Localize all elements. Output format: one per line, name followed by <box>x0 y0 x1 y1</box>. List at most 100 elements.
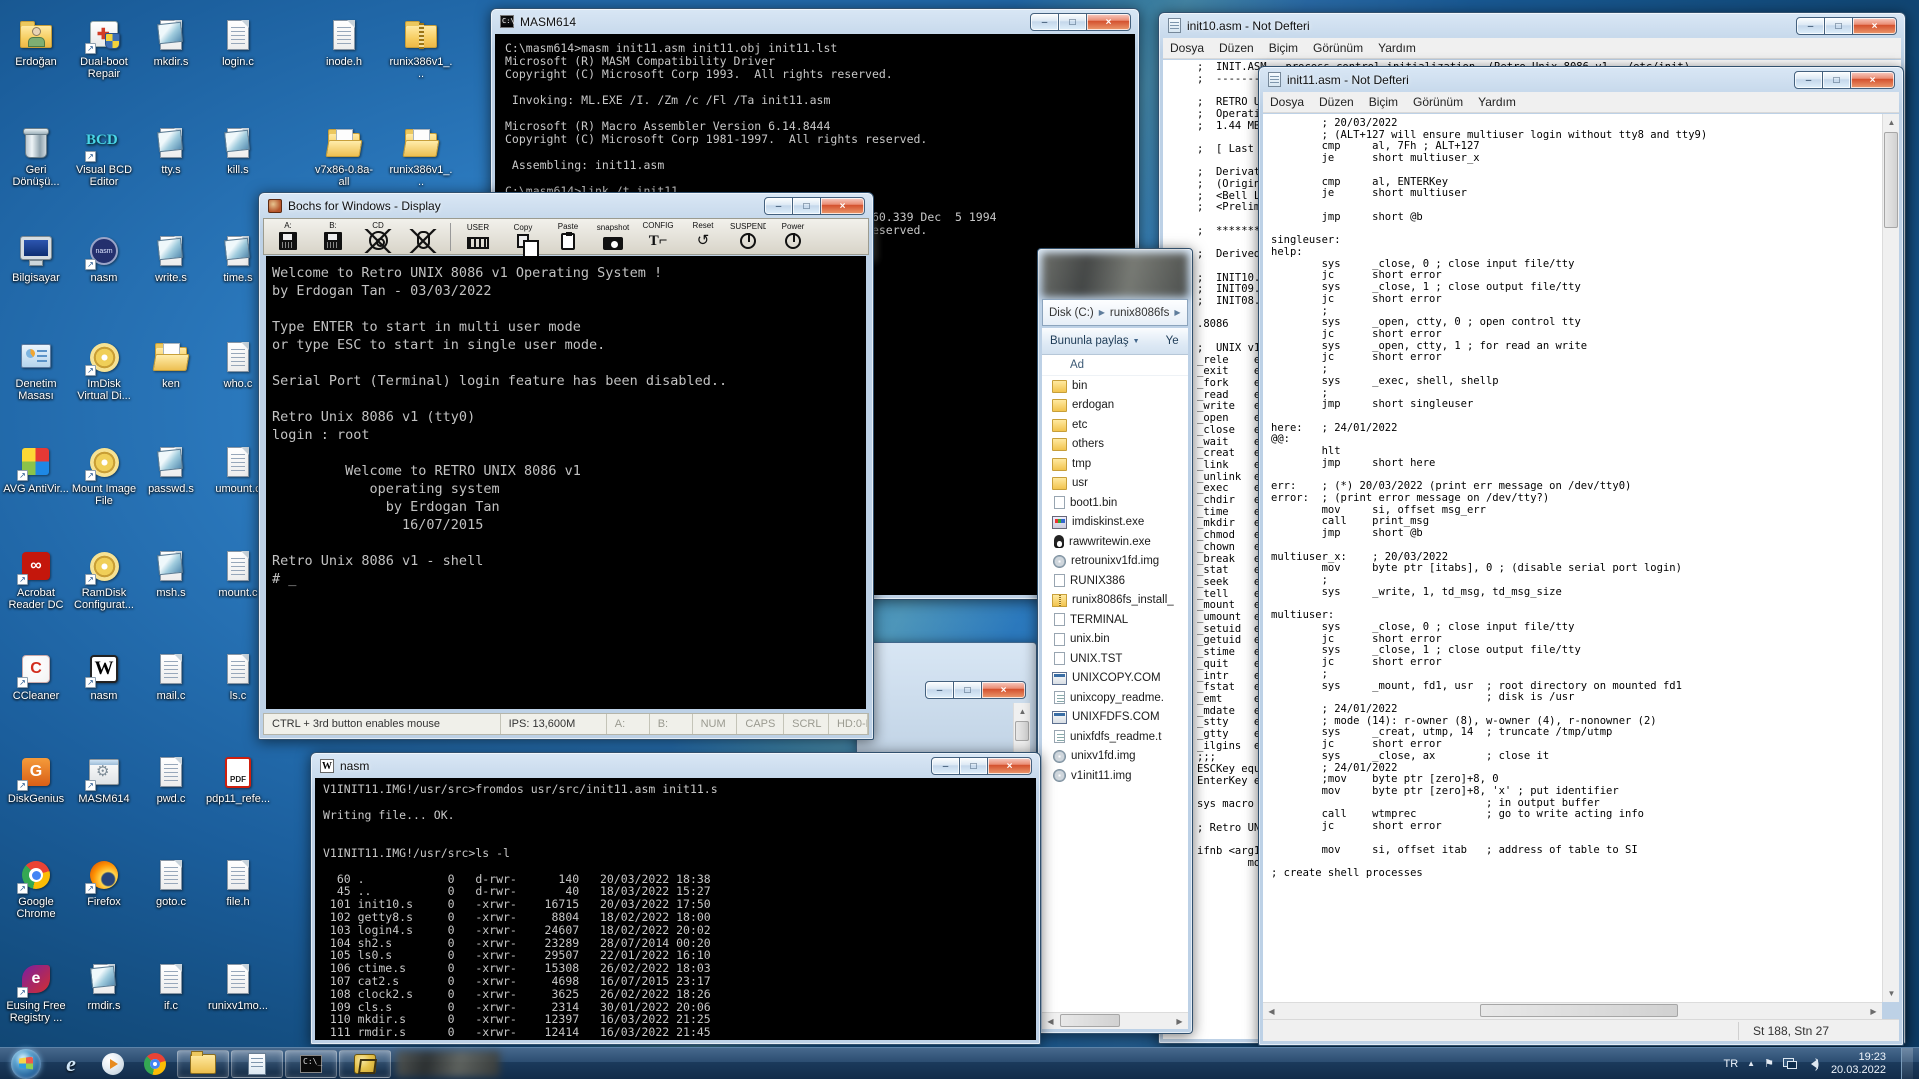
file-item-unixcopy-com[interactable]: UNIXCOPY.COM <box>1042 669 1188 689</box>
desktop-icon-masm614[interactable]: ↗MASM614 <box>71 755 137 805</box>
bochs-close-button[interactable]: × <box>820 197 865 215</box>
file-item-unixfdfs-com[interactable]: UNIXFDFS.COM <box>1042 708 1188 728</box>
share-dropdown-icon[interactable]: ▼ <box>1133 338 1140 345</box>
share-button[interactable]: Bununla paylaş <box>1050 335 1129 347</box>
notepad10-maximize-button[interactable]: □ <box>1824 17 1853 35</box>
notepad10-close-button[interactable]: × <box>1852 17 1897 35</box>
file-item-unix-tst[interactable]: UNIX.TST <box>1042 649 1188 669</box>
notepad10-minimize-button[interactable]: – <box>1796 17 1825 35</box>
file-item-usr[interactable]: usr <box>1042 474 1188 494</box>
nasm-close-button[interactable]: × <box>987 757 1032 775</box>
menu-dosya[interactable]: Dosya <box>1270 95 1304 109</box>
notepad11-text-area[interactable]: ; 20/03/2022 ; (ALT+127 will ensure mult… <box>1263 114 1882 1002</box>
menu-biçim[interactable]: Biçim <box>1269 41 1298 55</box>
fragment-close-button[interactable]: × <box>981 681 1026 699</box>
file-item-unixfdfs-readme-t[interactable]: unixfdfs_readme.t <box>1042 727 1188 747</box>
menu-yardım[interactable]: Yardım <box>1478 95 1516 109</box>
masm-maximize-button[interactable]: □ <box>1058 13 1087 31</box>
desktop-icon-goto-c[interactable]: goto.c <box>138 858 204 908</box>
file-item-runix8086fs-install[interactable]: runix8086fs_install_ <box>1042 591 1188 611</box>
start-button[interactable] <box>2 1049 50 1079</box>
taskbar-notepad-button[interactable] <box>231 1050 283 1078</box>
desktop-icon-tty-s[interactable]: tty.s <box>138 126 204 176</box>
desktop-icon-mail-c[interactable]: mail.c <box>138 652 204 702</box>
explorer-horizontal-scrollbar[interactable]: ◀ ▶ <box>1042 1012 1188 1029</box>
taskbar-cmd-button[interactable]: C:\_ <box>285 1050 337 1078</box>
menu-dosya[interactable]: Dosya <box>1170 41 1204 55</box>
notepad11-close-button[interactable]: × <box>1850 71 1895 89</box>
bochs-tool-a-[interactable]: A: <box>270 222 306 251</box>
breadcrumb-folder[interactable]: runix8086fs <box>1110 307 1169 319</box>
desktop-icon-erdo-an[interactable]: Erdoğan <box>3 18 69 68</box>
file-item-unixcopy-readme[interactable]: unixcopy_readme. <box>1042 688 1188 708</box>
bochs-maximize-button[interactable]: □ <box>792 197 821 215</box>
desktop-icon-firefox[interactable]: ↗Firefox <box>71 858 137 908</box>
desktop-icon-bilgisayar[interactable]: Bilgisayar <box>3 234 69 284</box>
menu-düzen[interactable]: Düzen <box>1319 95 1354 109</box>
desktop-icon-passwd-s[interactable]: passwd.s <box>138 445 204 495</box>
desktop-icon-dual-boot-repair[interactable]: ↗Dual-boot Repair <box>71 18 137 80</box>
taskbar-wmp-icon[interactable] <box>93 1050 133 1078</box>
file-item-erdogan[interactable]: erdogan <box>1042 396 1188 416</box>
desktop-icon-login-c[interactable]: login.c <box>205 18 271 68</box>
fragment-maximize-button[interactable]: □ <box>953 681 982 699</box>
desktop-icon-mount-image-file[interactable]: ↗Mount Image File <box>71 445 137 507</box>
menu-biçim[interactable]: Biçim <box>1369 95 1398 109</box>
menu-yardım[interactable]: Yardım <box>1378 41 1416 55</box>
desktop-icon-eusing-free-registry[interactable]: e↗Eusing Free Registry ... <box>3 962 69 1024</box>
desktop-icon-kill-s[interactable]: kill.s <box>205 126 271 176</box>
desktop-icon-pdp11-refe[interactable]: PDFpdp11_refe... <box>205 755 271 805</box>
notepad11-horizontal-scrollbar[interactable]: ◀ ▶ <box>1263 1002 1882 1019</box>
file-item-unixv1fd-img[interactable]: unixv1fd.img <box>1042 747 1188 767</box>
network-icon[interactable] <box>1783 1058 1797 1069</box>
desktop-icon-runix386v1[interactable]: runix386v1_... <box>388 18 454 80</box>
bochs-tool-power[interactable]: Power <box>775 223 811 250</box>
notepad11-maximize-button[interactable]: □ <box>1822 71 1851 89</box>
bochs-tool-paste[interactable]: Paste <box>550 223 586 251</box>
taskbar-bochs-button[interactable] <box>339 1050 391 1078</box>
bochs-tool-b-[interactable]: B: <box>315 222 351 251</box>
nasm-minimize-button[interactable]: – <box>931 757 960 775</box>
masm-close-button[interactable]: × <box>1086 13 1131 31</box>
bochs-tool-reset[interactable]: Reset↺ <box>685 222 721 251</box>
bochs-tool-cd[interactable]: CD <box>360 222 396 251</box>
notepad11-minimize-button[interactable]: – <box>1794 71 1823 89</box>
desktop-icon-google-chrome[interactable]: ↗Google Chrome <box>3 858 69 920</box>
breadcrumb[interactable]: Disk (C:) ▶ runix8086fs ▶ <box>1042 299 1188 326</box>
desktop-icon-visual-bcd-editor[interactable]: BCD↗Visual BCD Editor <box>71 126 137 188</box>
desktop-icon-write-s[interactable]: write.s <box>138 234 204 284</box>
file-item-others[interactable]: others <box>1042 435 1188 455</box>
volume-icon[interactable] <box>1806 1059 1818 1069</box>
taskbar-chrome-icon[interactable] <box>135 1050 175 1078</box>
file-item-runix386[interactable]: RUNIX386 <box>1042 571 1188 591</box>
file-item-retrounixv1fd-img[interactable]: retrounixv1fd.img <box>1042 552 1188 572</box>
file-item-imdiskinst-exe[interactable]: imdiskinst.exe <box>1042 513 1188 533</box>
menu-görünüm[interactable]: Görünüm <box>1313 41 1363 55</box>
desktop-icon-runixv1mo[interactable]: runixv1mo... <box>205 962 271 1012</box>
newfolder-button-cut[interactable]: Ye <box>1166 335 1179 347</box>
desktop-icon-denetim-masas[interactable]: Denetim Masası <box>3 340 69 402</box>
bochs-tool-user[interactable]: USER <box>460 224 496 249</box>
column-header-name[interactable]: Ad <box>1042 355 1188 376</box>
bochs-tool-copy[interactable]: Copy <box>505 224 541 249</box>
desktop-icon-v7x86-0-8a-all[interactable]: v7x86-0.8a-all <box>311 126 377 188</box>
fragment-minimize-button[interactable]: – <box>925 681 954 699</box>
masm-minimize-button[interactable]: – <box>1030 13 1059 31</box>
file-item-rawwritewin-exe[interactable]: rawwritewin.exe <box>1042 532 1188 552</box>
desktop-icon-ccleaner[interactable]: C↗CCleaner <box>3 652 69 702</box>
language-indicator[interactable]: TR <box>1723 1058 1738 1070</box>
action-center-flag-icon[interactable]: ⚑ <box>1764 1057 1774 1070</box>
desktop-icon-if-c[interactable]: if.c <box>138 962 204 1012</box>
desktop-icon-imdisk-virtual-di[interactable]: ↗ImDisk Virtual Di... <box>71 340 137 402</box>
notepad11-vertical-scrollbar[interactable]: ▲ ▼ <box>1882 114 1899 1002</box>
desktop-icon-geri-d-n[interactable]: Geri Dönüşü... <box>3 126 69 188</box>
desktop-icon-acrobat-reader-dc[interactable]: ∞↗Acrobat Reader DC <box>3 549 69 611</box>
desktop-icon-nasm[interactable]: W↗nasm <box>71 652 137 702</box>
notepad10-titlebar[interactable]: init10.asm - Not Defteri <box>1159 13 1905 38</box>
file-item-bin[interactable]: bin <box>1042 376 1188 396</box>
bochs-tool-config[interactable]: CONFIGT⌐ <box>640 222 676 251</box>
desktop-icon-pwd-c[interactable]: pwd.c <box>138 755 204 805</box>
tray-expand-icon[interactable]: ▲ <box>1747 1059 1755 1068</box>
taskbar-explorer-button[interactable] <box>177 1050 229 1078</box>
bochs-guest-screen[interactable]: Welcome to Retro UNIX 8086 v1 Operating … <box>266 256 866 709</box>
